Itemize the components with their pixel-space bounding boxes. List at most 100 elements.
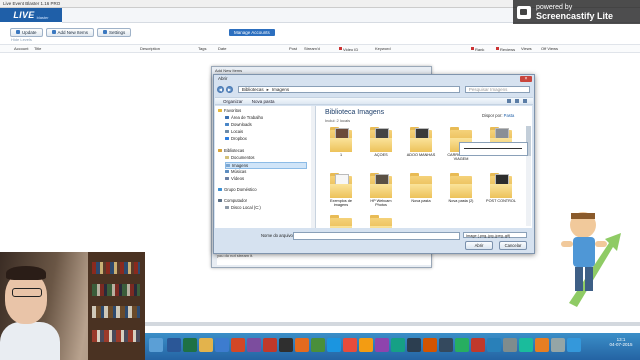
app-icon[interactable] [375, 338, 389, 352]
col-reviews[interactable]: Reviews [496, 46, 515, 52]
tree-item-documents[interactable]: Documentos [225, 155, 255, 160]
manage-accounts-button[interactable]: Manage Accounts [229, 29, 275, 36]
excel-icon[interactable] [183, 338, 197, 352]
col-keyword[interactable]: Keyword [375, 46, 391, 51]
word-icon[interactable] [167, 338, 181, 352]
app-icon[interactable] [359, 338, 373, 352]
col-views[interactable]: Views [521, 46, 532, 51]
filename-input[interactable] [293, 232, 460, 240]
arrange-by[interactable]: Dispor por: Pasta [482, 113, 514, 118]
app-icon[interactable] [439, 338, 453, 352]
app-icon[interactable] [519, 338, 533, 352]
app-icon[interactable] [503, 338, 517, 352]
address-bar[interactable]: Bibliotecas ▸ Imagens [237, 86, 460, 93]
col-rank[interactable]: Rank [471, 46, 484, 52]
organize-button[interactable]: Organizar [223, 99, 243, 104]
file-pane: Biblioteca Imagens Inclui: 2 locais Disp… [316, 106, 532, 228]
folder-icon [330, 172, 352, 198]
gear-icon [103, 30, 108, 34]
app-icon[interactable] [567, 338, 581, 352]
col-date[interactable]: Date [218, 46, 226, 51]
places-icon [225, 129, 229, 134]
update-button[interactable]: Update [10, 27, 43, 37]
start-icon[interactable] [149, 338, 163, 352]
forward-icon[interactable]: ▶ [225, 86, 233, 93]
powerpoint-icon[interactable] [231, 338, 245, 352]
chrome-icon[interactable] [343, 338, 357, 352]
skype-icon[interactable] [327, 338, 341, 352]
tree-item-downloads[interactable]: Downloads [225, 122, 252, 127]
app-icon[interactable] [295, 338, 309, 352]
app-logo: LIVE blaster [0, 8, 62, 22]
ie-icon[interactable] [215, 338, 229, 352]
folder-item[interactable]: Exemplos de imagens [324, 172, 358, 208]
col-post[interactable]: Post [289, 46, 297, 51]
tree-item-images[interactable]: Imagens [225, 162, 307, 169]
cancel-button[interactable]: Cancelar [499, 241, 527, 250]
horizontal-scrollbar[interactable] [145, 322, 640, 326]
app-icon[interactable] [311, 338, 325, 352]
tree-item-dropbox[interactable]: Dropbox [225, 136, 247, 141]
folder-item[interactable] [324, 214, 358, 228]
search-input[interactable]: Pesquisar Imagens [464, 86, 530, 93]
folder-item[interactable]: Nova pasta (2) [444, 172, 478, 203]
help-icon[interactable] [523, 99, 527, 103]
col-description[interactable]: Description [140, 46, 160, 51]
col-account[interactable]: Account [14, 46, 28, 51]
app-icon[interactable] [551, 338, 565, 352]
preview-pane-icon[interactable] [515, 99, 519, 103]
tree-item-homegroup[interactable]: Grupo Doméstico [218, 187, 257, 192]
tree-scrollbar[interactable] [311, 106, 315, 228]
pictures-icon [226, 163, 230, 168]
settings-button[interactable]: Settings [97, 27, 132, 37]
app-icon[interactable] [247, 338, 261, 352]
col-title[interactable]: Title [34, 46, 41, 51]
app-icon[interactable] [455, 338, 469, 352]
system-clock[interactable]: 13:1 04-07-2015 [606, 337, 636, 347]
tree-item-local-disk[interactable]: Disco Local (C:) [225, 205, 261, 210]
path-current[interactable]: Imagens [272, 87, 289, 92]
close-icon[interactable]: × [520, 76, 532, 82]
view-icon[interactable] [507, 99, 511, 103]
dialog-title: Abrir [218, 76, 228, 81]
col-streamed[interactable]: Stream'd [304, 46, 320, 51]
tree-item-videos[interactable]: Vídeos [225, 176, 244, 181]
new-folder-button[interactable]: Nova pasta [252, 99, 275, 104]
command-bar: Organizar Nova pasta [215, 97, 533, 105]
computer-icon [218, 198, 222, 203]
app-icon[interactable] [423, 338, 437, 352]
path-root[interactable]: Bibliotecas [242, 87, 264, 92]
folder-item[interactable]: HP Webcam Photos [364, 172, 398, 208]
app-icon[interactable] [535, 338, 549, 352]
tree-item-libraries[interactable]: Bibliotecas [218, 148, 244, 153]
app-icon[interactable] [407, 338, 421, 352]
app-icon[interactable] [391, 338, 405, 352]
folder-item[interactable]: AÇOES [364, 126, 398, 157]
folder-item[interactable]: ADOO MANHAS [404, 126, 438, 157]
back-icon[interactable]: ◀ [217, 86, 224, 93]
folder-item[interactable]: Nova pasta [404, 172, 438, 203]
open-button[interactable]: Abrir [465, 241, 493, 250]
checkbox-icon [471, 47, 474, 51]
folder-item[interactable]: 1 [324, 126, 358, 157]
col-video-id[interactable]: Video ID [339, 46, 358, 52]
col-off-views[interactable]: Off Views [541, 46, 558, 51]
app-icon[interactable] [487, 338, 501, 352]
file-pane-scrollbar[interactable] [526, 126, 531, 226]
add-new-items-button[interactable]: Add New Items [45, 27, 95, 37]
col-tags[interactable]: Tags [198, 46, 206, 51]
explorer-icon[interactable] [199, 338, 213, 352]
folder-item[interactable]: POST CONTROL [484, 172, 518, 203]
tree-item-music[interactable]: Músicas [225, 169, 246, 174]
folder-item[interactable] [364, 214, 398, 228]
tree-item-desktop[interactable]: Área de Trabalho [225, 115, 263, 120]
filetype-select[interactable]: Image (.png,.jpg,.jpeg,.gif) [463, 232, 527, 238]
media-icon[interactable] [279, 338, 293, 352]
tree-item-places[interactable]: Locais [225, 129, 243, 134]
hide-levels-link[interactable]: Hide Levels [11, 37, 32, 42]
filezilla-icon[interactable] [471, 338, 485, 352]
tree-item-computer[interactable]: Computador [218, 198, 247, 203]
checkbox-icon [496, 47, 499, 51]
tree-item-favorites[interactable]: Favoritos [218, 108, 241, 113]
acrobat-icon[interactable] [263, 338, 277, 352]
